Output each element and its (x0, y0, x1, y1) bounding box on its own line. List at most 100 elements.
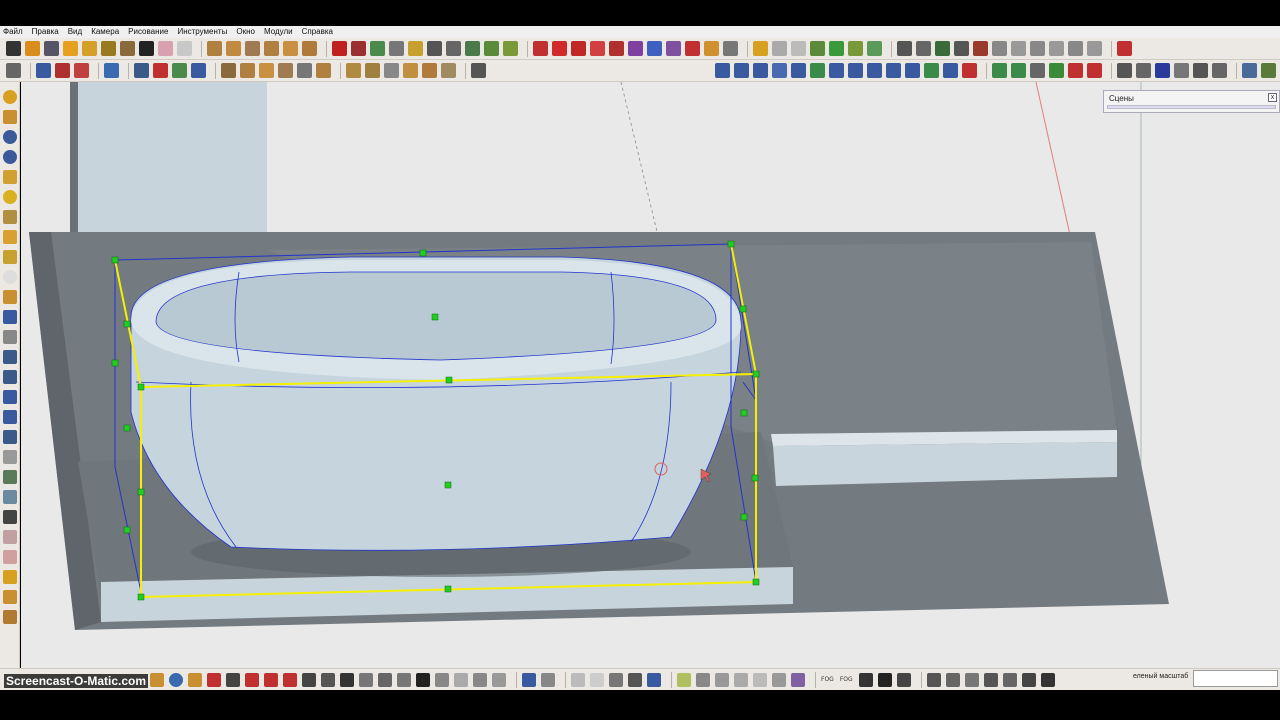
square-icon[interactable] (829, 63, 844, 78)
menu-tools[interactable]: Инструменты (177, 27, 227, 37)
square-icon[interactable] (492, 672, 506, 687)
component-icon[interactable] (2, 130, 17, 144)
cube-icon[interactable] (378, 672, 392, 687)
search-icon[interactable] (226, 672, 240, 687)
curve-icon[interactable] (905, 63, 920, 78)
component-icon[interactable] (973, 41, 988, 56)
orbit-icon[interactable] (2, 310, 17, 324)
curve-icon[interactable] (734, 63, 749, 78)
triangle-icon[interactable] (1155, 63, 1170, 78)
scale-icon[interactable] (191, 63, 206, 78)
eraser-icon[interactable] (158, 41, 173, 56)
menu-camera[interactable]: Камера (91, 27, 119, 37)
component-icon[interactable] (1117, 41, 1132, 56)
grip[interactable] (740, 409, 748, 417)
zoom-window-icon[interactable] (2, 370, 17, 384)
curve-icon[interactable] (74, 63, 89, 78)
cube-icon[interactable] (571, 672, 585, 687)
component-icon[interactable] (221, 63, 236, 78)
house-icon[interactable] (435, 672, 449, 687)
cube-icon[interactable] (422, 63, 437, 78)
cube-icon[interactable] (753, 672, 767, 687)
eye-icon[interactable] (321, 672, 335, 687)
arrow-icon[interactable] (533, 41, 548, 56)
cube-icon[interactable] (791, 672, 805, 687)
triangle-icon[interactable] (264, 41, 279, 56)
grip[interactable] (137, 488, 145, 496)
zoom-window-icon[interactable] (245, 672, 259, 687)
circle-icon[interactable] (283, 41, 298, 56)
sphere-icon[interactable] (2, 270, 17, 284)
component-icon[interactable] (829, 41, 844, 56)
cube-icon[interactable] (926, 672, 941, 687)
cube-icon[interactable] (1212, 63, 1227, 78)
gear-icon[interactable] (1030, 63, 1045, 78)
grip[interactable] (727, 240, 735, 248)
pencil-icon[interactable] (2, 170, 17, 184)
paint-bucket-icon[interactable] (484, 41, 499, 56)
curve-icon[interactable] (810, 63, 825, 78)
grip[interactable] (431, 313, 439, 321)
cube-icon[interactable] (2, 530, 17, 544)
component-icon[interactable] (685, 41, 700, 56)
grip[interactable] (123, 526, 131, 534)
component-icon[interactable] (2, 470, 17, 484)
grid-icon[interactable] (935, 41, 950, 56)
cube-icon[interactable] (441, 63, 456, 78)
scene-canvas[interactable] (21, 82, 1280, 668)
grip[interactable] (444, 481, 452, 489)
close-icon[interactable]: x (1268, 93, 1277, 102)
menu-draw[interactable]: Рисование (128, 27, 168, 37)
menu-plugins[interactable]: Модули (264, 27, 293, 37)
curve-icon[interactable] (924, 63, 939, 78)
grid-icon[interactable] (427, 41, 442, 56)
cube-icon[interactable] (397, 672, 411, 687)
component-icon[interactable] (471, 63, 486, 78)
cube-icon[interactable] (365, 63, 380, 78)
search-icon[interactable] (2, 350, 17, 364)
cube-icon[interactable] (715, 672, 729, 687)
cube-icon[interactable] (647, 672, 661, 687)
scale-icon[interactable] (2, 290, 17, 304)
component-icon[interactable] (207, 672, 221, 687)
curve-icon[interactable] (753, 63, 768, 78)
menu-help[interactable]: Справка (302, 27, 333, 37)
component-icon[interactable] (704, 41, 719, 56)
cube-icon[interactable] (346, 63, 361, 78)
square-icon[interactable] (416, 672, 430, 687)
menu-file[interactable]: Файл (3, 27, 23, 37)
pan-icon[interactable] (2, 330, 17, 344)
cube-icon[interactable] (810, 41, 825, 56)
make-component-icon[interactable] (25, 41, 40, 56)
sphere-icon[interactable] (302, 41, 317, 56)
arrow-icon[interactable] (552, 41, 567, 56)
grip[interactable] (752, 578, 760, 586)
brush-icon[interactable] (503, 41, 518, 56)
zoom-extents-icon[interactable] (2, 410, 17, 424)
grip[interactable] (137, 383, 145, 391)
curve-icon[interactable] (104, 63, 119, 78)
arc-icon[interactable] (943, 63, 958, 78)
grip[interactable] (444, 585, 452, 593)
pencil-icon[interactable] (2, 250, 17, 264)
eraser-icon[interactable] (63, 41, 78, 56)
scale-icon[interactable] (134, 63, 149, 78)
cube-icon[interactable] (188, 672, 202, 687)
cube-icon[interactable] (1021, 672, 1036, 687)
circle-icon[interactable] (848, 63, 863, 78)
cube-icon[interactable] (207, 41, 222, 56)
arrow-icon[interactable] (609, 41, 624, 56)
cube-icon[interactable] (983, 672, 998, 687)
grid-icon[interactable] (897, 41, 912, 56)
scale-icon[interactable] (1174, 63, 1189, 78)
pencil-icon[interactable] (1193, 63, 1208, 78)
component-icon[interactable] (2, 150, 17, 164)
pencil-icon[interactable] (2, 110, 17, 124)
fog-settings[interactable]: FOG (840, 676, 853, 683)
pencil-icon[interactable] (2, 570, 17, 584)
close-icon[interactable] (139, 41, 154, 56)
select-icon[interactable] (6, 41, 21, 56)
zoom-window-icon[interactable] (264, 672, 278, 687)
spiral-icon[interactable] (408, 41, 423, 56)
scale-icon[interactable] (465, 41, 480, 56)
